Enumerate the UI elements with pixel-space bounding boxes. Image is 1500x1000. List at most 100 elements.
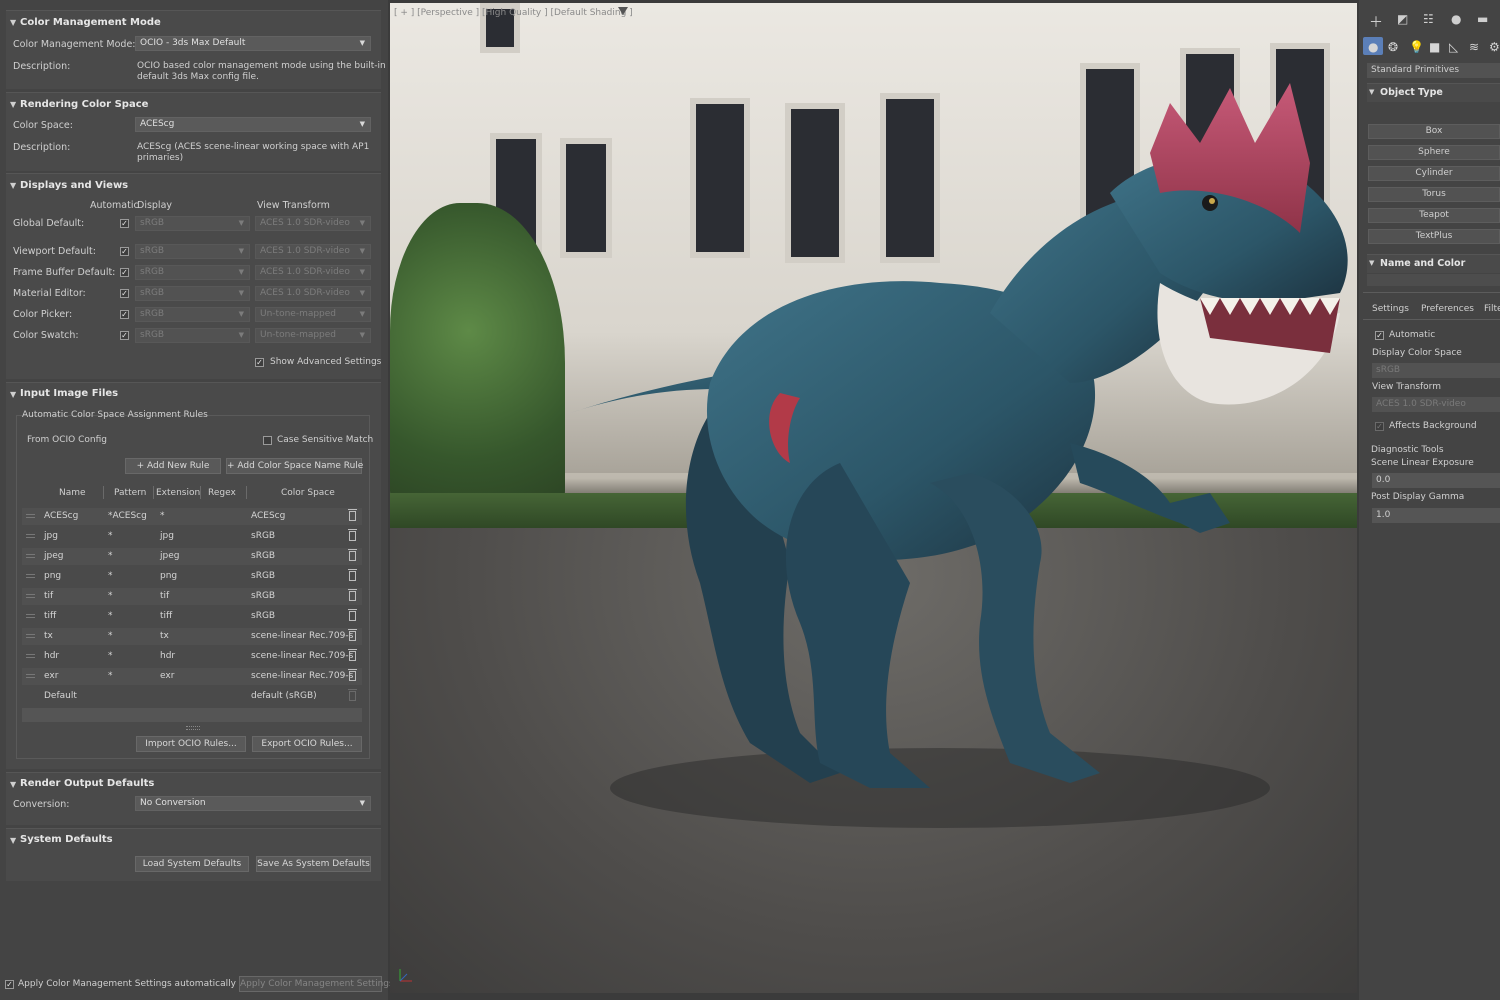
rule-name[interactable]: tx bbox=[44, 631, 53, 641]
section-title[interactable]: Input Image Files bbox=[20, 388, 118, 399]
create-object-button[interactable]: Cylinder bbox=[1368, 166, 1500, 181]
collapse-triangle-icon[interactable]: ▼ bbox=[10, 780, 16, 789]
save-system-defaults-button[interactable]: Save As System Defaults bbox=[256, 856, 371, 872]
rule-pattern[interactable]: * bbox=[108, 531, 113, 541]
collapse-triangle-icon[interactable]: ▼ bbox=[10, 100, 16, 109]
drag-handle-icon[interactable] bbox=[26, 534, 35, 538]
rule-color-space[interactable]: scene-linear Rec.709-s bbox=[251, 671, 353, 681]
table-row[interactable]: jpeg * jpeg sRGB bbox=[22, 548, 362, 565]
delete-rule-icon[interactable] bbox=[348, 609, 357, 621]
rule-pattern[interactable]: * bbox=[108, 571, 113, 581]
affects-background-checkbox[interactable]: ✓ bbox=[1375, 422, 1384, 431]
export-ocio-rules-button[interactable]: Export OCIO Rules... bbox=[252, 736, 362, 752]
rule-pattern[interactable]: * bbox=[108, 631, 113, 641]
automatic-checkbox[interactable]: ✓ bbox=[120, 219, 129, 228]
drag-handle-icon[interactable] bbox=[26, 594, 35, 598]
header-name[interactable]: Name bbox=[59, 488, 86, 498]
primitive-category-dropdown[interactable]: Standard Primitives bbox=[1367, 63, 1500, 78]
rule-color-space[interactable]: sRGB bbox=[251, 531, 275, 541]
rule-extension[interactable]: hdr bbox=[160, 651, 175, 661]
view-transform-dropdown[interactable]: ACES 1.0 SDR-video ▼ bbox=[255, 216, 371, 231]
rule-pattern[interactable]: * bbox=[108, 671, 113, 681]
rule-name[interactable]: ACEScg bbox=[44, 511, 78, 521]
create-object-button[interactable]: Teapot bbox=[1368, 208, 1500, 223]
case-sensitive-checkbox[interactable] bbox=[263, 436, 272, 445]
display-dropdown[interactable]: sRGB ▼ bbox=[135, 216, 250, 231]
table-row[interactable]: tif * tif sRGB bbox=[22, 588, 362, 605]
rule-extension[interactable]: tx bbox=[160, 631, 169, 641]
import-ocio-rules-button[interactable]: Import OCIO Rules... bbox=[136, 736, 246, 752]
drag-handle-icon[interactable] bbox=[26, 554, 35, 558]
rule-extension[interactable]: * bbox=[160, 511, 165, 521]
space-warps-icon[interactable]: ≋ bbox=[1469, 40, 1479, 54]
show-advanced-checkbox[interactable]: ✓ bbox=[255, 358, 264, 367]
table-row[interactable]: tiff * tiff sRGB bbox=[22, 608, 362, 625]
modify-tab-icon[interactable]: ◩ bbox=[1397, 12, 1408, 26]
create-tab-icon[interactable]: ＋ bbox=[1369, 12, 1383, 32]
delete-rule-icon[interactable] bbox=[348, 549, 357, 561]
delete-rule-icon[interactable] bbox=[348, 529, 357, 541]
resize-grip-icon[interactable] bbox=[186, 726, 200, 730]
rule-name[interactable]: exr bbox=[44, 671, 58, 681]
automatic-checkbox[interactable]: ✓ bbox=[120, 247, 129, 256]
section-title[interactable]: System Defaults bbox=[20, 834, 113, 845]
filter-icon[interactable] bbox=[618, 7, 628, 15]
rule-color-space[interactable]: scene-linear Rec.709-s bbox=[251, 631, 353, 641]
collapse-triangle-icon[interactable]: ▼ bbox=[10, 18, 16, 27]
rule-color-space[interactable]: default (sRGB) bbox=[251, 691, 317, 701]
rule-pattern[interactable]: * bbox=[108, 651, 113, 661]
hierarchy-tab-icon[interactable]: ☷ bbox=[1423, 12, 1434, 26]
table-row[interactable]: ACEScg *ACEScg * ACEScg bbox=[22, 508, 362, 525]
section-title[interactable]: Displays and Views bbox=[20, 180, 128, 191]
automatic-checkbox[interactable]: ✓ bbox=[120, 289, 129, 298]
tab-preferences[interactable]: Preferences bbox=[1421, 304, 1474, 314]
rule-extension[interactable]: png bbox=[160, 571, 177, 581]
drag-handle-icon[interactable] bbox=[26, 634, 35, 638]
rule-name[interactable]: tif bbox=[44, 591, 53, 601]
section-title[interactable]: Color Management Mode bbox=[20, 17, 161, 28]
rule-color-space[interactable]: sRGB bbox=[251, 611, 275, 621]
perspective-viewport[interactable]: [ + ] [Perspective ] [High Quality ] [De… bbox=[390, 3, 1357, 993]
display-tab-icon[interactable]: ▬ bbox=[1477, 12, 1488, 26]
display-dropdown[interactable]: sRGB ▼ bbox=[135, 328, 250, 343]
view-transform-dropdown[interactable]: ACES 1.0 SDR-video ▼ bbox=[255, 244, 371, 259]
header-regex[interactable]: Regex bbox=[208, 488, 236, 498]
scene-linear-exposure-input[interactable]: 0.0 bbox=[1372, 473, 1500, 488]
rule-color-space[interactable]: sRGB bbox=[251, 551, 275, 561]
collapse-triangle-icon[interactable]: ▼ bbox=[10, 181, 16, 190]
rule-name[interactable]: jpeg bbox=[44, 551, 63, 561]
shapes-icon[interactable]: ❂ bbox=[1388, 40, 1398, 54]
delete-rule-icon[interactable] bbox=[348, 509, 357, 521]
rule-extension[interactable]: jpeg bbox=[160, 551, 179, 561]
rule-name[interactable]: png bbox=[44, 571, 61, 581]
automatic-checkbox[interactable]: ✓ bbox=[120, 331, 129, 340]
display-dropdown[interactable]: sRGB ▼ bbox=[135, 265, 250, 280]
drag-handle-icon[interactable] bbox=[26, 654, 35, 658]
add-color-space-name-rule-button[interactable]: + Add Color Space Name Rule bbox=[226, 458, 363, 474]
lights-icon[interactable]: 💡 bbox=[1409, 40, 1424, 54]
create-object-button[interactable]: Torus bbox=[1368, 187, 1500, 202]
rule-name[interactable]: jpg bbox=[44, 531, 58, 541]
name-field[interactable] bbox=[1367, 274, 1500, 286]
rule-name[interactable]: hdr bbox=[44, 651, 59, 661]
geometry-icon[interactable]: ● bbox=[1368, 40, 1378, 54]
section-title[interactable]: Render Output Defaults bbox=[20, 778, 154, 789]
drag-handle-icon[interactable] bbox=[26, 614, 35, 618]
display-color-space-dropdown[interactable]: sRGB bbox=[1372, 363, 1500, 378]
rule-name[interactable]: Default bbox=[44, 691, 77, 701]
display-dropdown[interactable]: sRGB ▼ bbox=[135, 286, 250, 301]
table-row[interactable]: Default default (sRGB) bbox=[22, 688, 362, 705]
table-row[interactable]: jpg * jpg sRGB bbox=[22, 528, 362, 545]
rule-extension[interactable]: tiff bbox=[160, 611, 172, 621]
rule-color-space[interactable]: ACEScg bbox=[251, 511, 285, 521]
add-new-rule-button[interactable]: + Add New Rule bbox=[125, 458, 221, 474]
rule-color-space[interactable]: scene-linear Rec.709-s bbox=[251, 651, 353, 661]
delete-rule-icon[interactable] bbox=[348, 669, 357, 681]
rule-pattern[interactable]: *ACEScg bbox=[108, 511, 147, 521]
dinosaur-model[interactable] bbox=[510, 83, 1357, 843]
rule-pattern[interactable]: * bbox=[108, 551, 113, 561]
rule-extension[interactable]: jpg bbox=[160, 531, 174, 541]
viewport-label[interactable]: [ + ] [Perspective ] [High Quality ] [De… bbox=[394, 8, 633, 18]
display-dropdown[interactable]: sRGB ▼ bbox=[135, 307, 250, 322]
table-row[interactable]: hdr * hdr scene-linear Rec.709-s bbox=[22, 648, 362, 665]
